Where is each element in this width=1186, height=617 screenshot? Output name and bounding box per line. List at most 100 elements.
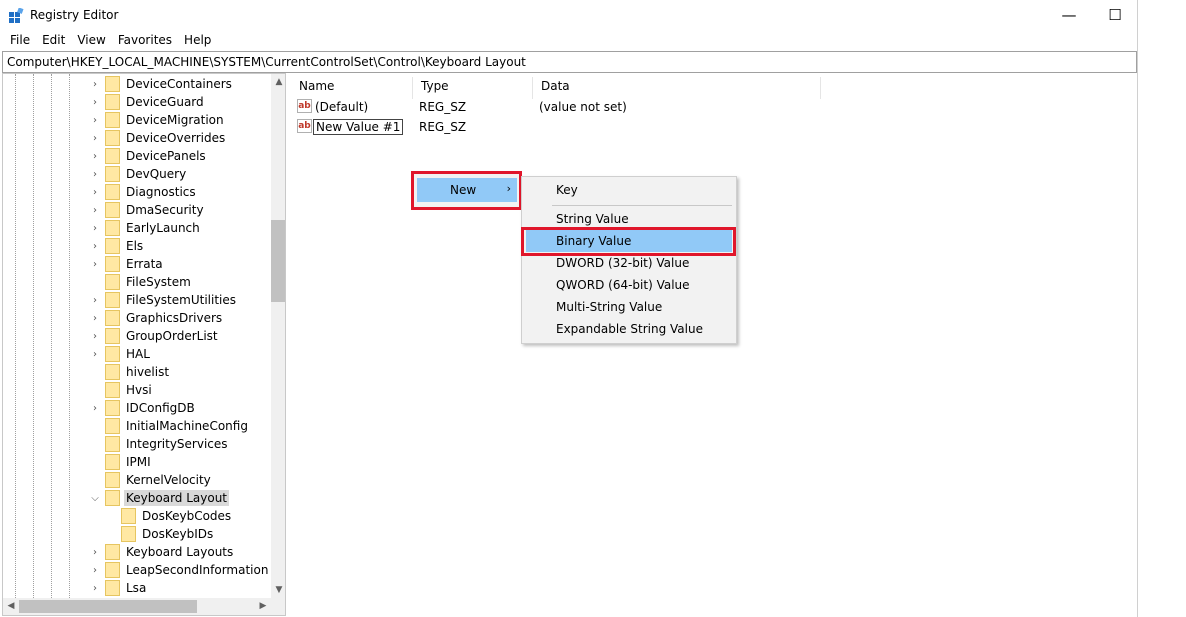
chevron-right-icon[interactable]: › [89, 223, 101, 234]
chevron-right-icon[interactable]: › [89, 583, 101, 594]
menu-separator [552, 205, 732, 206]
tree-node[interactable]: › Els [89, 237, 145, 255]
tree-node[interactable]: DosKeybCodes [105, 507, 233, 525]
tree-node[interactable]: ⌵ Keyboard Layout [89, 489, 230, 507]
scroll-left-icon[interactable]: ◀ [3, 598, 19, 615]
menu-file[interactable]: File [4, 31, 36, 51]
menu-view[interactable]: View [71, 31, 111, 51]
tree-node-label: KernelVelocity [126, 473, 211, 487]
tree-node-label: Els [126, 239, 144, 253]
highlight-box-binary-value [521, 227, 736, 256]
tree-node[interactable]: InitialMachineConfig [89, 417, 250, 435]
value-row[interactable]: ab (Default) REG_SZ (value not set) [291, 98, 891, 118]
scroll-thumb[interactable] [271, 220, 285, 302]
chevron-right-icon[interactable]: › [89, 79, 101, 90]
folder-icon [121, 526, 136, 542]
scroll-right-icon[interactable]: ▶ [255, 598, 271, 615]
tree-node-label: HAL [126, 347, 150, 361]
tree-view: › DeviceContainers › DeviceGuard › DeviceMigr… [3, 74, 271, 598]
tree-node[interactable]: › EarlyLaunch [89, 219, 202, 237]
submenu-expandable-string-value[interactable]: Expandable String Value [526, 318, 732, 340]
scroll-up-icon[interactable]: ▲ [271, 74, 285, 90]
chevron-right-icon[interactable]: › [89, 403, 101, 414]
column-name[interactable]: Name [291, 77, 413, 99]
menu-favorites[interactable]: Favorites [112, 31, 178, 51]
submenu-label: Key [556, 183, 578, 197]
folder-icon [105, 274, 120, 290]
chevron-right-icon[interactable]: › [89, 331, 101, 342]
chevron-right-icon[interactable]: › [89, 169, 101, 180]
tree-node-label: Errata [126, 257, 163, 271]
tree-node[interactable]: › DeviceGuard [89, 93, 206, 111]
tree-node[interactable]: › Lsa [89, 579, 148, 597]
folder-icon [105, 76, 120, 92]
tree-node[interactable]: › DeviceOverrides [89, 129, 227, 147]
tree-node[interactable]: › FileSystemUtilities [89, 291, 238, 309]
tree-node[interactable]: › DevicePanels [89, 147, 208, 165]
tree-node-label: Keyboard Layouts [126, 545, 234, 559]
value-row[interactable]: ab New Value #1 REG_SZ [291, 118, 891, 138]
tree-guide-line [15, 74, 16, 598]
chevron-right-icon[interactable]: › [89, 187, 101, 198]
scroll-down-icon[interactable]: ▼ [271, 582, 285, 598]
tree-node[interactable]: › HAL [89, 345, 152, 363]
chevron-right-icon[interactable]: › [89, 97, 101, 108]
minimize-button[interactable]: — [1046, 0, 1092, 31]
tree-node[interactable]: DosKeybIDs [105, 525, 215, 543]
tree-node[interactable]: › DeviceMigration [89, 111, 226, 129]
tree-node[interactable]: › Errata [89, 255, 165, 273]
tree-node[interactable]: FileSystem [89, 273, 193, 291]
tree-node[interactable]: hivelist [89, 363, 171, 381]
tree-vertical-scrollbar[interactable]: ▲ ▼ [271, 74, 285, 598]
tree-node[interactable]: IntegrityServices [89, 435, 230, 453]
tree-node[interactable]: › GraphicsDrivers [89, 309, 224, 327]
chevron-right-icon[interactable]: › [89, 151, 101, 162]
tree-node-label: LeapSecondInformation [126, 563, 269, 577]
chevron-right-icon[interactable]: › [89, 547, 101, 558]
tree-node-label: DeviceGuard [126, 95, 204, 109]
tree-node[interactable]: IPMI [89, 453, 153, 471]
tree-node[interactable]: › DmaSecurity [89, 201, 206, 219]
chevron-right-icon[interactable]: › [89, 205, 101, 216]
maximize-button[interactable]: ☐ [1092, 0, 1138, 31]
hscroll-thumb[interactable] [19, 600, 197, 613]
menu-edit[interactable]: Edit [36, 31, 71, 51]
tree-node[interactable]: › DeviceContainers [89, 75, 234, 93]
submenu-key[interactable]: Key [526, 179, 732, 201]
chevron-right-icon[interactable]: › [89, 349, 101, 360]
submenu-qword-value[interactable]: QWORD (64-bit) Value [526, 274, 732, 296]
column-type[interactable]: Type [413, 77, 533, 99]
folder-icon [121, 508, 136, 524]
chevron-right-icon[interactable]: › [89, 313, 101, 324]
tree-node-label: IDConfigDB [126, 401, 195, 415]
submenu-multi-string-value[interactable]: Multi-String Value [526, 296, 732, 318]
chevron-down-icon[interactable]: ⌵ [89, 493, 101, 504]
value-name-edit[interactable]: New Value #1 [313, 119, 404, 135]
tree-node-label: DevQuery [126, 167, 187, 181]
chevron-right-icon[interactable]: › [89, 241, 101, 252]
chevron-right-icon[interactable]: › [89, 259, 101, 270]
menu-help[interactable]: Help [178, 31, 217, 51]
tree-horizontal-scrollbar[interactable]: ◀ ▶ [3, 598, 285, 615]
chevron-right-icon[interactable]: › [89, 133, 101, 144]
tree-node[interactable]: › LeapSecondInformation [89, 561, 270, 579]
tree-node[interactable]: › DevQuery [89, 165, 188, 183]
folder-icon [105, 220, 120, 236]
tree-node[interactable]: › IDConfigDB [89, 399, 197, 417]
folder-icon [105, 472, 120, 488]
tree-node[interactable]: › GroupOrderList [89, 327, 220, 345]
tree-node-label: FileSystem [126, 275, 191, 289]
chevron-right-icon[interactable]: › [89, 295, 101, 306]
chevron-right-icon[interactable]: › [89, 565, 101, 576]
tree-node[interactable]: › Diagnostics [89, 183, 198, 201]
title-bar: Registry Editor — ☐ [0, 0, 1138, 31]
registry-editor-icon [9, 8, 24, 23]
tree-node[interactable]: Hvsi [89, 381, 154, 399]
address-bar[interactable]: Computer\HKEY_LOCAL_MACHINE\SYSTEM\Curre… [2, 51, 1137, 73]
tree-node[interactable]: › Keyboard Layouts [89, 543, 235, 561]
tree-node-label: DosKeybCodes [142, 509, 232, 523]
column-data[interactable]: Data [533, 77, 821, 99]
chevron-right-icon[interactable]: › [89, 115, 101, 126]
tree-node[interactable]: KernelVelocity [89, 471, 213, 489]
values-list: Name Type Data ab (Default) REG_SZ (valu… [291, 73, 1138, 616]
